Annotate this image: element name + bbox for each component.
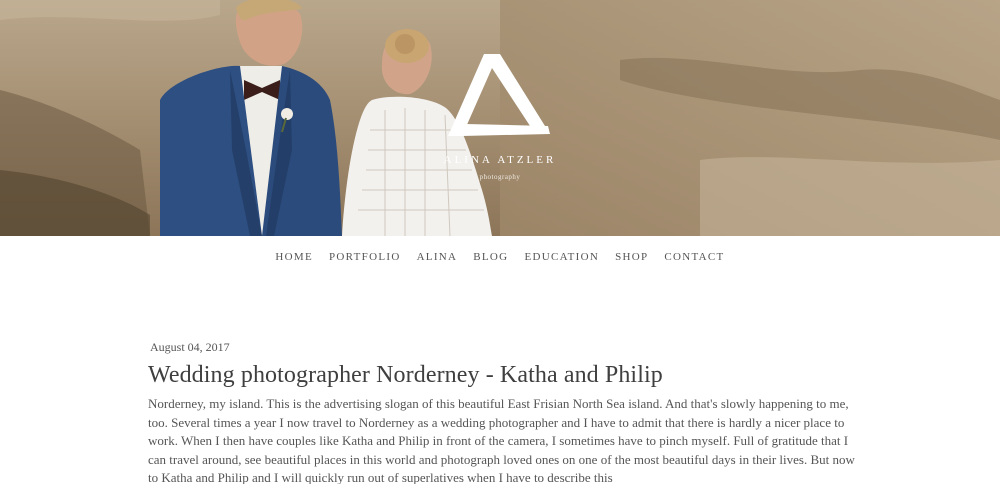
nav-item-blog[interactable]: BLOG [473,251,508,263]
nav-item-contact[interactable]: CONTACT [664,251,724,263]
post-date: August 04, 2017 [150,340,230,354]
brand-logo[interactable]: ALINA ATZLER photography [400,50,600,190]
nav-item-shop[interactable]: SHOP [615,251,648,263]
main-navigation: HOME PORTFOLIO ALINA BLOG EDUCATION SHOP… [0,236,1000,278]
nav-item-home[interactable]: HOME [275,251,313,263]
nav-item-alina[interactable]: ALINA [417,251,458,263]
brand-name: ALINA ATZLER [443,154,557,166]
post-excerpt: Norderney, my island. This is the advert… [148,396,855,484]
blog-post: August 04, 2017 Wedding photographer Nor… [148,340,858,484]
nav-item-education[interactable]: EDUCATION [524,251,599,263]
brand-tagline: photography [479,173,521,181]
nav-item-portfolio[interactable]: PORTFOLIO [329,251,401,263]
post-title[interactable]: Wedding photographer Norderney - Katha a… [148,362,858,389]
triangle-a-logo-icon [448,54,550,136]
hero-banner: ALINA ATZLER photography [0,0,1000,236]
